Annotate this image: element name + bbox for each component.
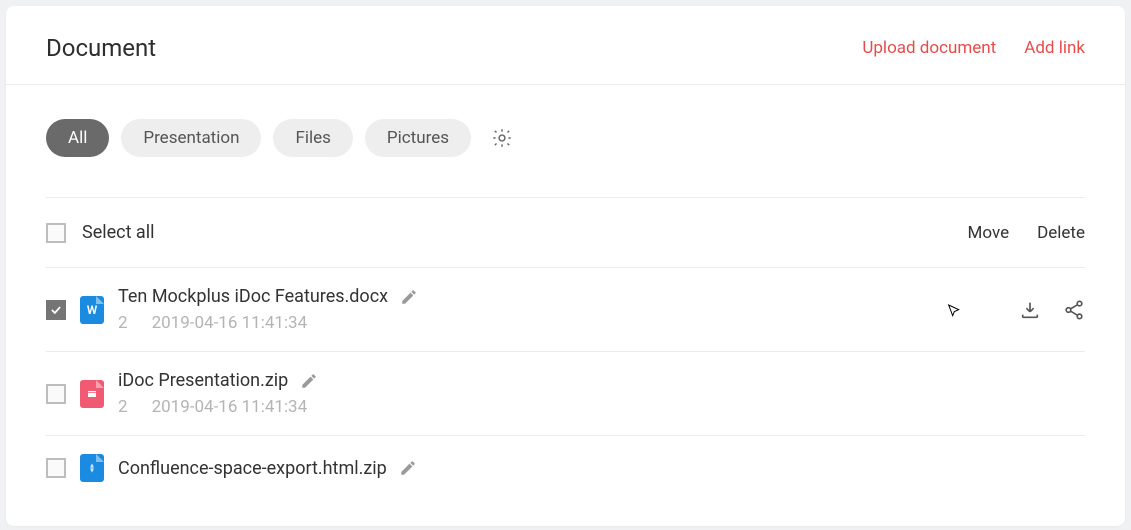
- file-date: 2019-04-16 11:41:34: [152, 397, 308, 417]
- gear-icon[interactable]: [491, 127, 513, 149]
- header-actions: Upload document Add link: [862, 38, 1085, 58]
- download-icon[interactable]: [1019, 299, 1041, 321]
- file-name: Ten Mockplus iDoc Features.docx: [118, 286, 388, 307]
- list-toolbar: Select all Move Delete: [46, 198, 1085, 268]
- file-row[interactable]: Confluence-space-export.html.zip: [46, 436, 1085, 500]
- file-name: Confluence-space-export.html.zip: [118, 458, 387, 479]
- word-file-icon: W: [80, 296, 104, 324]
- row-checkbox[interactable]: [46, 384, 66, 404]
- rename-icon[interactable]: [300, 372, 318, 390]
- file-count: 2: [118, 313, 128, 333]
- tab-presentation[interactable]: Presentation: [121, 119, 261, 157]
- file-row[interactable]: W Ten Mockplus iDoc Features.docx 2 2019…: [46, 268, 1085, 352]
- delete-button[interactable]: Delete: [1037, 223, 1085, 243]
- html-zip-file-icon: [80, 454, 104, 482]
- filter-tabs: All Presentation Files Pictures: [46, 119, 1085, 157]
- page-title: Document: [46, 34, 156, 62]
- tab-files[interactable]: Files: [273, 119, 352, 157]
- select-all-checkbox[interactable]: [46, 223, 66, 243]
- select-all-label: Select all: [82, 222, 154, 243]
- move-button[interactable]: Move: [968, 223, 1010, 243]
- header: Document Upload document Add link: [6, 6, 1125, 85]
- add-link-link[interactable]: Add link: [1024, 38, 1085, 58]
- document-panel: Document Upload document Add link All Pr…: [6, 6, 1125, 526]
- zip-file-icon: [80, 380, 104, 408]
- tab-all[interactable]: All: [46, 119, 109, 157]
- file-name: iDoc Presentation.zip: [118, 370, 288, 391]
- upload-document-link[interactable]: Upload document: [862, 38, 996, 58]
- file-date: 2019-04-16 11:41:34: [152, 313, 308, 333]
- row-checkbox[interactable]: [46, 300, 66, 320]
- rename-icon[interactable]: [400, 288, 418, 306]
- tab-pictures[interactable]: Pictures: [365, 119, 471, 157]
- row-checkbox[interactable]: [46, 458, 66, 478]
- file-count: 2: [118, 397, 128, 417]
- share-icon[interactable]: [1063, 299, 1085, 321]
- rename-icon[interactable]: [399, 459, 417, 477]
- file-row[interactable]: iDoc Presentation.zip 2 2019-04-16 11:41…: [46, 352, 1085, 436]
